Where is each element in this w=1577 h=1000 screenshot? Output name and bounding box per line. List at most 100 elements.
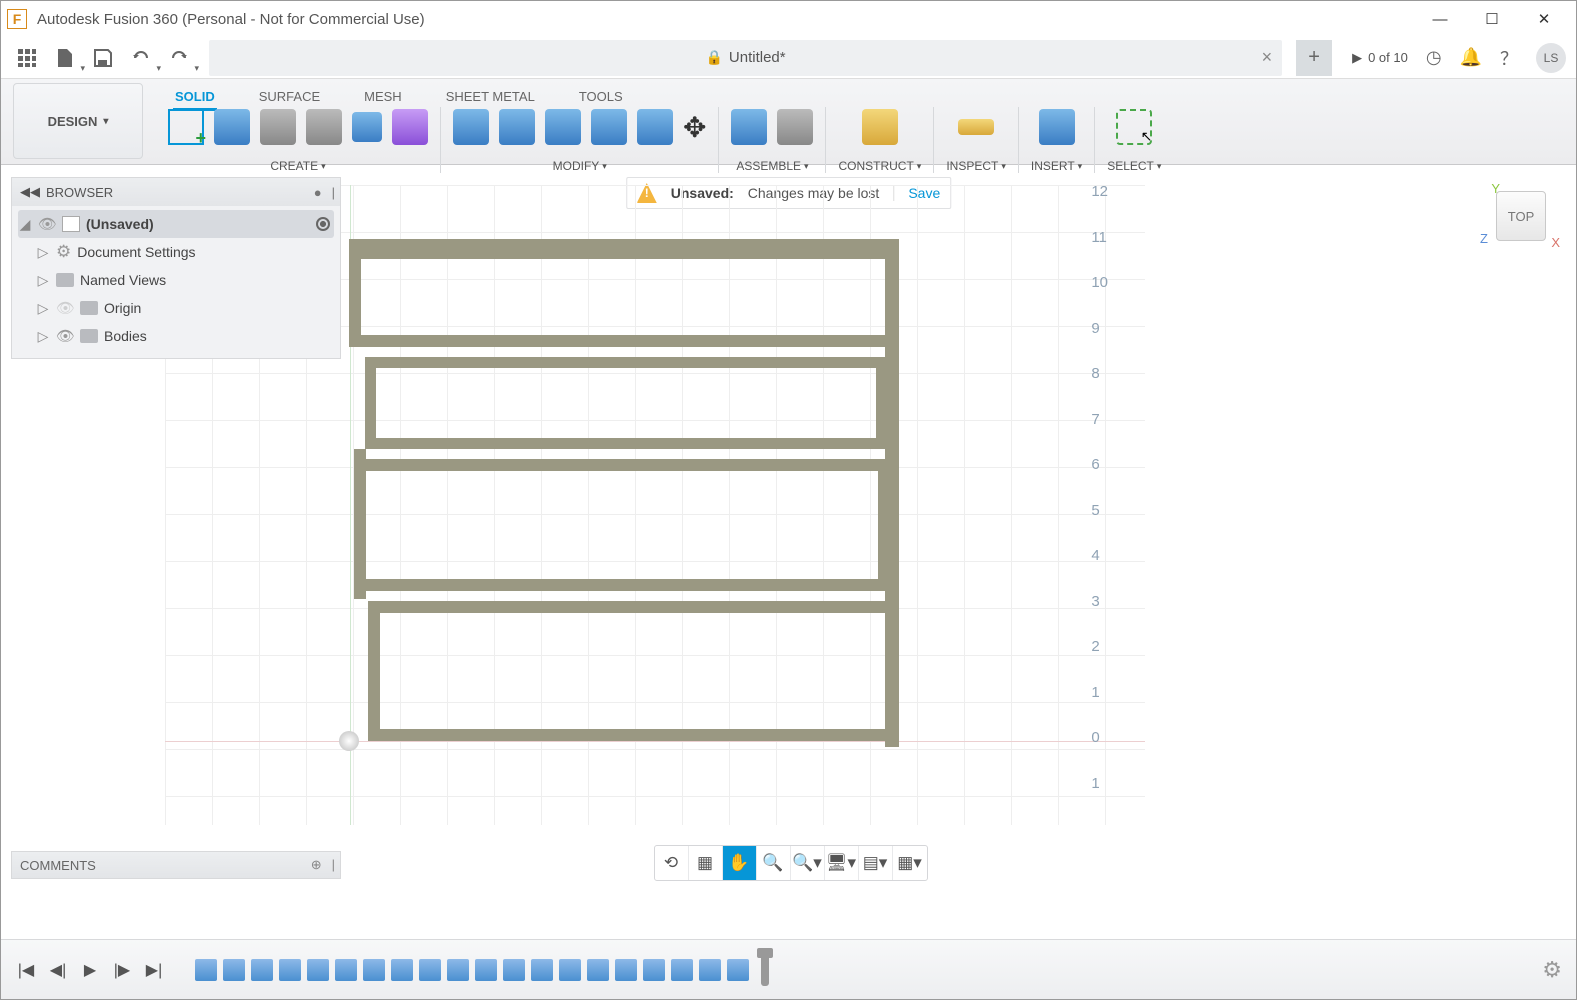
- look-at-button[interactable]: ▦: [689, 846, 723, 880]
- browser-item-named-views[interactable]: ▷ Named Views: [18, 266, 334, 294]
- zoom-button[interactable]: 🔍: [757, 846, 791, 880]
- extrude-button[interactable]: [214, 109, 250, 145]
- timeline-feature[interactable]: [335, 959, 357, 981]
- timeline-feature[interactable]: [615, 959, 637, 981]
- fillet-button[interactable]: [499, 109, 535, 145]
- form-button[interactable]: [392, 109, 428, 145]
- timeline-feature[interactable]: [195, 959, 217, 981]
- data-panel-button[interactable]: [11, 42, 43, 74]
- new-component-button[interactable]: [731, 109, 767, 145]
- help-icon[interactable]: ？: [1500, 45, 1518, 71]
- origin-marker[interactable]: [339, 731, 359, 751]
- orbit-button[interactable]: ⟲: [655, 846, 689, 880]
- shell-button[interactable]: [545, 109, 581, 145]
- viewport-layout-button[interactable]: ▦▾: [893, 846, 927, 880]
- timeline-feature[interactable]: [671, 959, 693, 981]
- joint-button[interactable]: [777, 109, 813, 145]
- timeline-feature[interactable]: [475, 959, 497, 981]
- add-comment-icon[interactable]: ⊕: [311, 857, 322, 873]
- visibility-hidden-icon[interactable]: 👁: [56, 299, 74, 317]
- browser-header[interactable]: ◀◀ BROWSER ●|: [12, 178, 340, 206]
- timeline-feature[interactable]: [559, 959, 581, 981]
- body-top-bar[interactable]: [349, 239, 899, 251]
- press-pull-button[interactable]: [453, 109, 489, 145]
- undo-button[interactable]: ▾: [125, 42, 157, 74]
- create-sketch-button[interactable]: [168, 109, 204, 145]
- timeline-start-button[interactable]: |◀: [15, 959, 37, 981]
- construct-plane-button[interactable]: [862, 109, 898, 145]
- visibility-icon[interactable]: 👁: [56, 327, 74, 345]
- visibility-icon[interactable]: 👁: [38, 215, 56, 233]
- insert-button[interactable]: [1039, 109, 1075, 145]
- redo-button[interactable]: ▾: [163, 42, 195, 74]
- timeline-feature[interactable]: [307, 959, 329, 981]
- save-button[interactable]: [87, 42, 119, 74]
- timeline-feature[interactable]: [363, 959, 385, 981]
- user-avatar[interactable]: LS: [1536, 43, 1566, 73]
- timeline-settings-icon[interactable]: ⚙: [1542, 957, 1562, 983]
- timeline-feature[interactable]: [503, 959, 525, 981]
- timeline-feature[interactable]: [419, 959, 441, 981]
- browser-item-document-settings[interactable]: ▷ ⚙ Document Settings: [18, 238, 334, 266]
- timeline-step-fwd-button[interactable]: |▶: [111, 959, 133, 981]
- browser-item-bodies[interactable]: ▷ 👁 Bodies: [18, 322, 334, 350]
- timeline-feature[interactable]: [643, 959, 665, 981]
- timeline-feature[interactable]: [699, 959, 721, 981]
- timeline-feature[interactable]: [447, 959, 469, 981]
- body-rect-3[interactable]: [354, 459, 890, 591]
- close-button[interactable]: ✕: [1518, 1, 1570, 37]
- body-left-mid[interactable]: [354, 449, 366, 599]
- timeline-feature[interactable]: [531, 959, 553, 981]
- timeline-feature[interactable]: [279, 959, 301, 981]
- browser-settings-icon[interactable]: ●: [314, 185, 322, 200]
- comments-panel[interactable]: COMMENTS ⊕|: [11, 851, 341, 879]
- timeline-feature[interactable]: [391, 959, 413, 981]
- browser-item-origin[interactable]: ▷ 👁 Origin: [18, 294, 334, 322]
- timeline-feature[interactable]: [587, 959, 609, 981]
- timeline-feature[interactable]: [727, 959, 749, 981]
- revolve-button[interactable]: [260, 109, 296, 145]
- timeline-step-back-button[interactable]: ◀|: [47, 959, 69, 981]
- offset-face-button[interactable]: [637, 109, 673, 145]
- measure-button[interactable]: [958, 119, 994, 135]
- view-cube[interactable]: TOP: [1496, 191, 1546, 241]
- new-tab-button[interactable]: +: [1296, 40, 1332, 76]
- tab-close-button[interactable]: ×: [1262, 47, 1273, 68]
- timeline-playhead[interactable]: [761, 954, 769, 986]
- fit-button[interactable]: 🔍▾: [791, 846, 825, 880]
- body-rect-2[interactable]: [365, 357, 887, 449]
- notification-icon[interactable]: 🔔: [1460, 47, 1482, 68]
- maximize-button[interactable]: ☐: [1466, 1, 1518, 37]
- pan-button[interactable]: ✋: [723, 846, 757, 880]
- file-menu-button[interactable]: ▾: [49, 42, 81, 74]
- quick-access-toolbar: ▾ ▾ ▾ 🔒 Untitled* × + ▶ 0 of 10 ◷ 🔔 ？ LS: [1, 37, 1576, 79]
- job-status-icon[interactable]: ◷: [1426, 47, 1442, 68]
- group-select: ↖ SELECT▾: [1095, 107, 1173, 173]
- hole-button[interactable]: [306, 109, 342, 145]
- minimize-button[interactable]: —: [1414, 1, 1466, 37]
- group-insert: INSERT▾: [1019, 107, 1095, 173]
- browser-item-unsaved[interactable]: ◢ 👁 (Unsaved): [18, 210, 334, 238]
- active-component-radio[interactable]: [316, 217, 330, 231]
- workspace-switcher[interactable]: DESIGN▾: [13, 83, 143, 159]
- body-rect-1[interactable]: [349, 247, 899, 347]
- viewport-toolbar: ⟲ ▦ ✋ 🔍 🔍▾ 🖥▾ ▤▾ ▦▾: [654, 845, 928, 881]
- body-rect-4[interactable]: [368, 601, 898, 741]
- folder-icon: [80, 301, 98, 315]
- tab-title: Untitled*: [729, 49, 786, 66]
- display-settings-button[interactable]: 🖥▾: [825, 846, 859, 880]
- body-right-spine[interactable]: [885, 239, 899, 747]
- timeline-play-button[interactable]: ▶: [79, 959, 101, 981]
- timeline-feature[interactable]: [223, 959, 245, 981]
- credits-indicator[interactable]: ▶ 0 of 10: [1352, 50, 1408, 66]
- pattern-button[interactable]: [352, 112, 382, 142]
- grid-settings-button[interactable]: ▤▾: [859, 846, 893, 880]
- timeline-feature[interactable]: [251, 959, 273, 981]
- folder-icon: [56, 273, 74, 287]
- move-button[interactable]: ✥: [683, 111, 706, 144]
- document-tab[interactable]: 🔒 Untitled* ×: [209, 40, 1282, 76]
- select-button[interactable]: ↖: [1116, 109, 1152, 145]
- lock-icon: 🔒: [705, 49, 722, 66]
- combine-button[interactable]: [591, 109, 627, 145]
- timeline-end-button[interactable]: ▶|: [143, 959, 165, 981]
